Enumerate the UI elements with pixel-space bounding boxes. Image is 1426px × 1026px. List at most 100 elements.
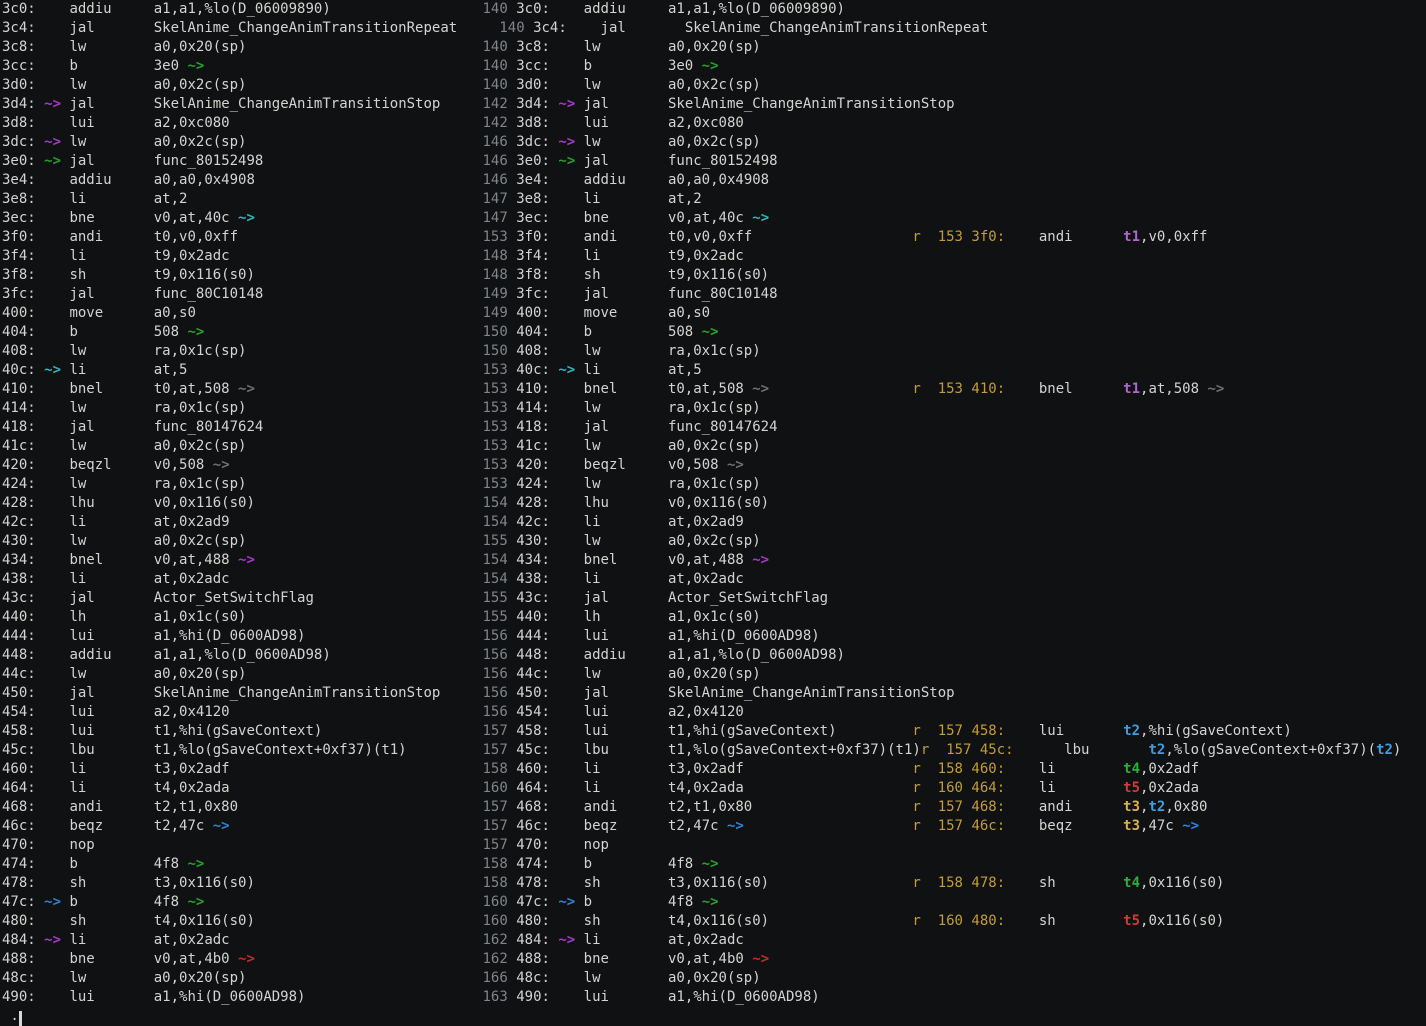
branch-arrow: ~> (1207, 381, 1224, 397)
branch-arrow: ~> (727, 457, 744, 473)
asm-text: lw (69, 533, 86, 549)
asm-text: a1,0x1c(s0) (668, 609, 761, 625)
asm-text: ,0x116(s0) (1140, 875, 1224, 891)
asm-text: r (912, 818, 920, 834)
asm-text: at,0x2adc (154, 932, 230, 948)
asm-text: 150 (482, 343, 507, 359)
asm-row: 428: lhu v0,0x116(s0) 154 428: lhu v0,0x… (2, 494, 1426, 513)
asm-row: 408: lw ra,0x1c(sp) 150 408: lw ra,0x1c(… (2, 342, 1426, 361)
asm-text: li (584, 191, 601, 207)
asm-text: t9,0x2adc (668, 248, 744, 264)
branch-arrow: ~> (752, 951, 769, 967)
asm-text: 444: (2, 628, 36, 644)
asm-text: nop (69, 837, 94, 853)
asm-text: 147 (482, 191, 507, 207)
asm-text: jal (69, 286, 94, 302)
branch-arrow: ~> (213, 818, 230, 834)
asm-diff-output: 3c0: addiu a1,a1,%lo(D_06009890) 140 3c0… (2, 0, 1426, 1007)
asm-text: 3d0: (2, 77, 36, 93)
asm-text: sh (1039, 913, 1056, 929)
asm-text: bne (584, 951, 609, 967)
asm-row: 3f8: sh t9,0x116(s0) 148 3f8: sh t9,0x11… (2, 266, 1426, 285)
asm-text: lui (69, 115, 94, 131)
asm-row: 3f0: andi t0,v0,0xff 153 3f0: andi t0,v0… (2, 228, 1426, 247)
asm-row: 44c: lw a0,0x20(sp) 156 44c: lw a0,0x20(… (2, 665, 1426, 684)
asm-text: jal (584, 286, 609, 302)
asm-text: 3c4: (533, 20, 567, 36)
asm-text: 160 (482, 780, 507, 796)
asm-text: beqz (69, 818, 103, 834)
asm-text: 157 (946, 742, 971, 758)
asm-text: a0,0x20(sp) (668, 970, 761, 986)
asm-text: 162 (482, 932, 507, 948)
asm-text: r (912, 799, 920, 815)
register-highlight: t5 (1123, 780, 1140, 796)
terminal-screen[interactable]: 3c0: addiu a1,a1,%lo(D_06009890) 140 3c0… (2, 0, 1426, 1021)
asm-text: 454: (2, 704, 36, 720)
asm-text: 158 (482, 875, 507, 891)
asm-text: ,0x2adf (1140, 761, 1199, 777)
asm-row: 414: lw ra,0x1c(sp) 153 414: lw ra,0x1c(… (2, 399, 1426, 418)
asm-row: 3e0: ~> jal func_80152498 146 3e0: ~> ja… (2, 152, 1426, 171)
asm-text: li (69, 932, 86, 948)
asm-text: 428: (2, 495, 36, 511)
asm-row: 400: move a0,s0 149 400: move a0,s0 (2, 304, 1426, 323)
asm-text: 158 (482, 761, 507, 777)
branch-arrow: ~> (558, 894, 575, 910)
asm-text: v0,at,4b0 (154, 951, 238, 967)
asm-text: func_80147624 (668, 419, 778, 435)
asm-text: v0,0x116(s0) (668, 495, 769, 511)
asm-text: Actor_SetSwitchFlag (668, 590, 828, 606)
asm-text: 508 (668, 324, 702, 340)
asm-text: lw (69, 134, 86, 150)
asm-text: li (69, 761, 86, 777)
register-highlight: t4 (1123, 761, 1140, 777)
asm-text: lbu (1064, 742, 1089, 758)
asm-text: 480: (971, 913, 1005, 929)
asm-text: v0,at,488 (154, 552, 238, 568)
asm-text: at,5 (154, 362, 188, 378)
asm-text: 3e0: (2, 153, 36, 169)
asm-text: sh (69, 267, 86, 283)
asm-text: 464: (2, 780, 36, 796)
asm-row: 484: ~> li at,0x2adc 162 484: ~> li at,0… (2, 931, 1426, 950)
asm-text: jal (69, 685, 94, 701)
asm-text: a2,0x4120 (154, 704, 230, 720)
asm-text: 45c: (516, 742, 550, 758)
register-highlight: t2 (1123, 723, 1140, 739)
asm-text: lui (1039, 723, 1064, 739)
asm-text: sh (69, 913, 86, 929)
asm-text: 160 (938, 780, 963, 796)
branch-arrow: ~> (238, 381, 255, 397)
asm-text: 40c: (516, 362, 550, 378)
asm-text: a0,0x20(sp) (154, 666, 247, 682)
asm-text: b (584, 894, 592, 910)
asm-text: ,v0,0xff (1140, 229, 1207, 245)
asm-row: 46c: beqz t2,47c ~> 157 46c: beqz t2,47c… (2, 817, 1426, 836)
asm-text: ,0x80 (1165, 799, 1207, 815)
asm-row: 468: andi t2,t1,0x80 157 468: andi t2,t1… (2, 798, 1426, 817)
asm-text: 490: (516, 989, 550, 1005)
asm-text: t2,47c (154, 818, 213, 834)
asm-text: t3,0x116(s0) (668, 875, 769, 891)
asm-text: lh (69, 609, 86, 625)
asm-row: 404: b 508 ~> 150 404: b 508 ~> (2, 323, 1426, 342)
asm-text: 155 (482, 590, 507, 606)
asm-text: 150 (482, 324, 507, 340)
asm-text: li (584, 571, 601, 587)
asm-text: 153 (938, 381, 963, 397)
asm-text: 156 (482, 704, 507, 720)
asm-text: b (69, 58, 77, 74)
asm-text: lui (584, 723, 609, 739)
branch-arrow: ~> (213, 457, 230, 473)
asm-text: 44c: (2, 666, 36, 682)
asm-text: 147 (482, 210, 507, 226)
asm-text: 153 (482, 229, 507, 245)
asm-text: 3d4: (2, 96, 36, 112)
asm-text: sh (584, 875, 601, 891)
asm-text: at,2 (154, 191, 188, 207)
asm-text: a1,%hi(D_0600AD98) (154, 989, 306, 1005)
asm-text: 160 (482, 894, 507, 910)
asm-text: bnel (584, 381, 618, 397)
asm-text: bne (69, 210, 94, 226)
